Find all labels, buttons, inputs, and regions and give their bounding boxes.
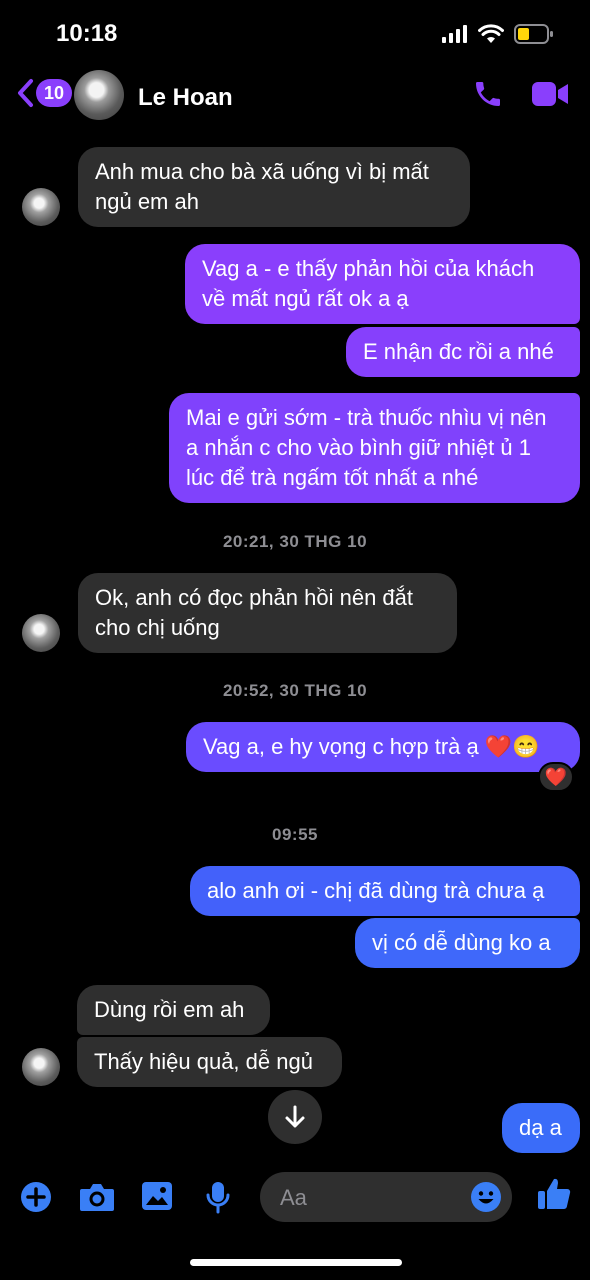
gallery-button[interactable] bbox=[140, 1180, 174, 1217]
camera-icon bbox=[80, 1184, 114, 1211]
message-bubble-outgoing[interactable]: Mai e gửi sớm - trà thuốc nhìu vị nên a … bbox=[169, 393, 580, 503]
timestamp-divider: 20:52, 30 THG 10 bbox=[222, 681, 368, 700]
message-bubble-outgoing[interactable]: E nhận đc rồi a nhé bbox=[346, 327, 580, 377]
message-bubble-incoming[interactable]: Ok, anh có đọc phản hồi nên đắt cho chị … bbox=[78, 573, 457, 653]
timestamp-divider: 20:21, 30 THG 10 bbox=[222, 532, 368, 551]
timestamp-divider: 09:55 bbox=[272, 825, 318, 844]
voice-message-button[interactable] bbox=[205, 1180, 231, 1219]
message-bubble-outgoing[interactable]: dạ a bbox=[502, 1103, 580, 1153]
sender-avatar bbox=[22, 614, 60, 652]
back-button[interactable]: 10 bbox=[16, 78, 72, 108]
status-icons bbox=[442, 24, 554, 44]
like-button[interactable] bbox=[536, 1176, 572, 1217]
camera-button[interactable] bbox=[78, 1180, 116, 1219]
scroll-to-bottom-button[interactable] bbox=[268, 1090, 322, 1144]
message-composer: Aa bbox=[0, 1170, 590, 1226]
message-bubble-incoming[interactable]: Anh mua cho bà xã uống vì bị mất ngủ em … bbox=[78, 147, 470, 227]
message-input-placeholder: Aa bbox=[280, 1185, 307, 1210]
reaction-badge[interactable]: ❤️ bbox=[538, 762, 574, 792]
smiley-icon bbox=[471, 1182, 501, 1212]
home-indicator bbox=[190, 1259, 402, 1266]
cellular-signal-icon bbox=[442, 25, 467, 43]
chevron-left-icon bbox=[18, 79, 33, 107]
add-button[interactable] bbox=[19, 1180, 53, 1219]
wifi-icon bbox=[478, 24, 504, 43]
message-bubble-outgoing[interactable]: alo anh ơi - chị đã dùng trà chưa ạ bbox=[190, 866, 580, 916]
video-call-button[interactable] bbox=[530, 80, 570, 113]
video-camera-icon bbox=[532, 82, 568, 106]
message-bubble-incoming[interactable]: Dùng rồi em ah bbox=[77, 985, 270, 1035]
microphone-icon bbox=[206, 1182, 230, 1214]
status-bar: 10:18 bbox=[0, 0, 590, 64]
unread-count-badge: 10 bbox=[36, 79, 72, 107]
status-time: 10:18 bbox=[56, 20, 118, 47]
arrow-down-icon bbox=[285, 1105, 305, 1128]
emoji-button[interactable] bbox=[470, 1181, 502, 1218]
contact-avatar[interactable] bbox=[74, 70, 124, 120]
sender-avatar bbox=[22, 188, 60, 226]
phone-icon bbox=[476, 82, 500, 106]
plus-circle-icon bbox=[21, 1182, 51, 1212]
sender-avatar bbox=[22, 1048, 60, 1086]
battery-icon bbox=[514, 24, 553, 44]
message-bubble-outgoing[interactable]: Vag a - e thấy phản hồi của khách về mất… bbox=[185, 244, 580, 324]
contact-name[interactable]: Le Hoan bbox=[138, 84, 233, 112]
chat-header: 10 Le Hoan bbox=[0, 64, 590, 128]
message-input[interactable]: Aa bbox=[260, 1172, 512, 1222]
voice-call-button[interactable] bbox=[472, 78, 504, 115]
message-bubble-outgoing[interactable]: Vag a, e hy vọng c hợp trà ạ ❤️😁 bbox=[186, 722, 580, 772]
thumbs-up-icon bbox=[538, 1178, 571, 1209]
message-bubble-incoming[interactable]: Thấy hiệu quả, dễ ngủ bbox=[77, 1037, 342, 1087]
image-icon bbox=[142, 1182, 172, 1210]
message-bubble-outgoing[interactable]: vị có dễ dùng ko a bbox=[355, 918, 580, 968]
